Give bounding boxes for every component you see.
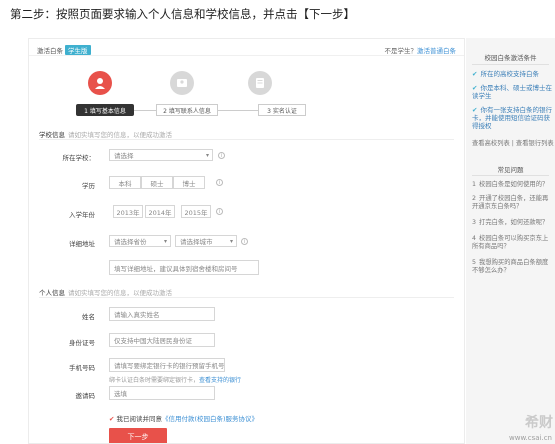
address-detail-placeholder: 填写详细地址，建议具体到宿舍楼和房间号	[114, 264, 238, 273]
step3-id-card-icon	[248, 71, 272, 95]
agreement-text: 我已阅读并同意	[116, 415, 162, 423]
not-student-prompt: 不是学生？激活普通白条	[385, 45, 457, 55]
school-section-title: 学校信息	[39, 131, 65, 139]
year-option-2014[interactable]: 2014年	[145, 205, 175, 218]
page-title: 激活白条	[37, 47, 63, 55]
degree-info-icon[interactable]: i	[216, 179, 223, 186]
year-info-icon[interactable]: i	[216, 208, 223, 215]
name-input[interactable]: 请输入真实姓名	[109, 307, 215, 321]
province-select-value: 请选择省份	[114, 238, 147, 246]
province-select[interactable]: 请选择省份	[109, 235, 171, 247]
faq-item[interactable]: 2 开通了校园白条，还能再开通京东白条吗？	[472, 195, 552, 211]
phone-input[interactable]: 请填写要绑定银行卡的银行预留手机号	[109, 358, 225, 372]
sidebar-divider	[472, 175, 549, 176]
step2-contacts-icon	[170, 71, 194, 95]
agreement-link[interactable]: 《信用付款(校园白条)服务协议》	[162, 415, 258, 423]
check-icon: ✔	[472, 106, 478, 114]
section-divider	[39, 297, 454, 298]
step1-avatar-icon	[88, 71, 112, 95]
faq-item[interactable]: 5 我想购买的商品白条额度不够怎么办？	[472, 259, 552, 275]
sidebar-divider	[472, 64, 549, 65]
id-number-placeholder: 仅支持中国大陆居民身份证	[114, 337, 192, 345]
watermark-logo: 希财	[525, 415, 553, 431]
conditions-title: 校园白条激活条件	[484, 54, 537, 62]
school-label: 所在学校：	[62, 154, 96, 162]
faq-item[interactable]: 1 校园白条是如何使用的？	[472, 181, 552, 189]
instruction-caption: 第二步：按照页面要求输入个人信息和学校信息，并点击【下一步】	[10, 7, 355, 21]
degree-label: 学历	[82, 182, 95, 190]
year-option-2013[interactable]: 2013年	[113, 205, 143, 218]
condition-item: ✔ 你有一张支持白条的银行卡，并能使用短信验证码获得授权	[472, 106, 552, 130]
school-info-icon[interactable]: i	[218, 152, 225, 159]
student-tag: 学生版	[65, 45, 91, 55]
school-section-heading: 学校信息 请如实填写您的信息，以便成功激活	[39, 129, 172, 139]
activation-form-panel: 激活白条 学生版 不是学生？激活普通白条 1 填写基本信息 2 填写联系人信息 3…	[28, 38, 465, 444]
city-select-value: 请选择城市	[180, 238, 213, 246]
step-progress: 1 填写基本信息 2 填写联系人信息 3 实名认证	[54, 104, 312, 116]
year-option-2015[interactable]: 2015年	[181, 205, 211, 218]
faq-text: 打完白条，如何还款呢？	[479, 219, 549, 226]
degree-option-master[interactable]: 硕士	[141, 176, 173, 189]
personal-section-title: 个人信息	[39, 289, 65, 297]
not-student-label: 不是学生？	[384, 47, 418, 55]
name-placeholder: 请输入真实姓名	[114, 311, 160, 319]
city-select[interactable]: 请选择城市	[175, 235, 237, 247]
faq-text: 校园白条可以购买京东上所有商品吗？	[472, 235, 549, 250]
condition-text: 所在的高校支持白条	[480, 70, 539, 78]
degree-option-bachelor[interactable]: 本科	[109, 176, 141, 189]
address-detail-input[interactable]: 填写详细地址，建议具体到宿舍楼和房间号	[109, 260, 259, 275]
step-2: 2 填写联系人信息	[156, 104, 218, 116]
school-select-value: 请选择	[114, 152, 134, 160]
condition-text: 你有一张支持白条的银行卡，并能使用短信验证码获得授权	[472, 106, 552, 130]
check-icon: ✔	[472, 70, 478, 78]
list-links[interactable]: 查看高校列表 | 查看银行列表	[472, 138, 554, 147]
check-icon: ✔	[472, 84, 478, 92]
faq-text: 我想购买的商品白条额度不够怎么办？	[472, 259, 549, 274]
faq-item[interactable]: 4 校园白条可以购买京东上所有商品吗？	[472, 235, 552, 251]
watermark-url: www.csai.cn	[509, 434, 552, 442]
enroll-year-label: 入学年份	[69, 211, 95, 219]
personal-section-heading: 个人信息 请如实填写您的信息，以便成功激活	[39, 287, 172, 297]
faq-text: 开通了校园白条，还能再开通京东白条吗？	[472, 195, 549, 210]
invite-code-input[interactable]: 选填	[109, 386, 215, 400]
step-connector	[134, 110, 156, 111]
phone-placeholder: 请填写要绑定银行卡的银行预留手机号	[114, 362, 225, 370]
school-select[interactable]: 请选择	[109, 149, 213, 161]
section-divider	[39, 139, 454, 140]
step-3: 3 实名认证	[258, 104, 306, 116]
faq-item[interactable]: 3 打完白条，如何还款呢？	[472, 219, 552, 227]
id-number-input[interactable]: 仅支持中国大陆居民身份证	[109, 333, 215, 347]
id-number-label: 身份证号	[69, 339, 95, 347]
switch-normal-link[interactable]: 激活普通白条	[417, 47, 456, 55]
agreement-row: ✔ 我已阅读并同意《信用付款(校园白条)服务协议》	[109, 413, 258, 423]
condition-text: 你是本科、硕士或博士在读学生	[472, 84, 552, 100]
invite-code-label: 邀请码	[75, 392, 96, 400]
name-label: 姓名	[82, 313, 95, 321]
address-label: 详细地址	[69, 240, 95, 248]
phone-note: 绑卡认证白条时需要绑定银行卡，查看支持的银行	[109, 375, 241, 384]
page-header: 激活白条 学生版	[37, 45, 91, 55]
next-step-button[interactable]: 下一步	[109, 428, 167, 443]
invite-code-placeholder: 选填	[114, 390, 127, 398]
agreement-checkbox[interactable]: ✔	[109, 415, 114, 423]
school-section-hint: 请如实填写您的信息，以便成功激活	[68, 131, 172, 139]
degree-option-doctor[interactable]: 博士	[173, 176, 205, 189]
sidebar: 校园白条激活条件 ✔ 所在的高校支持白条 ✔ 你是本科、硕士或博士在读学生 ✔ 你有一…	[466, 38, 555, 444]
faq-text: 校园白条是如何使用的？	[479, 181, 549, 188]
step-connector	[218, 110, 258, 111]
header-divider	[29, 55, 464, 56]
condition-item: ✔ 所在的高校支持白条	[472, 70, 552, 78]
phone-label: 手机号码	[69, 364, 95, 372]
supported-banks-link[interactable]: 查看支持的银行	[199, 377, 241, 384]
address-info-icon[interactable]: i	[241, 238, 248, 245]
condition-item: ✔ 你是本科、硕士或博士在读学生	[472, 84, 552, 100]
step-1: 1 填写基本信息	[76, 104, 134, 116]
faq-title: 常见问题	[497, 166, 524, 174]
personal-section-hint: 请如实填写您的信息，以便成功激活	[68, 289, 172, 297]
phone-note-text: 绑卡认证白条时需要绑定银行卡，	[109, 377, 200, 384]
